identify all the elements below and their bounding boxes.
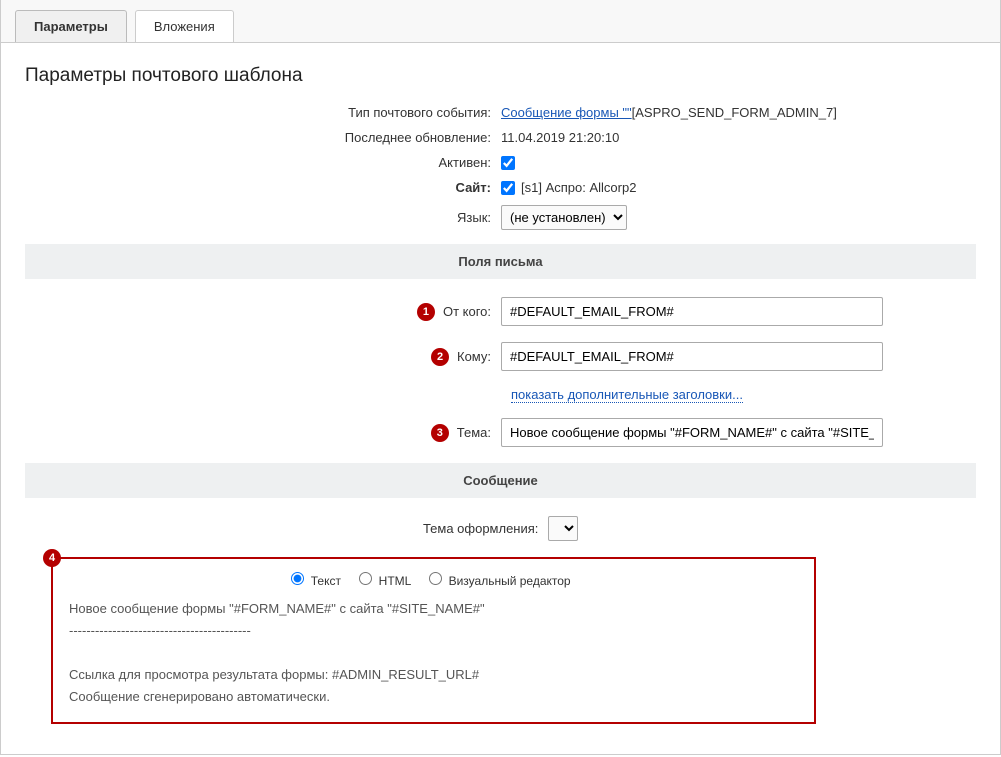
link-more-headers[interactable]: показать дополнительные заголовки... bbox=[511, 387, 743, 403]
label-event-type: Тип почтового события: bbox=[25, 105, 501, 120]
tab-bar: Параметры Вложения bbox=[1, 0, 1000, 43]
section-letter-fields: Поля письма bbox=[25, 244, 976, 279]
row-active: Активен: bbox=[25, 155, 976, 170]
label-to: Кому: bbox=[457, 349, 491, 364]
row-last-update: Последнее обновление: 11.04.2019 21:20:1… bbox=[25, 130, 976, 145]
tab-params[interactable]: Параметры bbox=[15, 10, 127, 42]
link-event-type[interactable]: Сообщение формы "" bbox=[501, 105, 632, 120]
row-event-type: Тип почтового события: Сообщение формы "… bbox=[25, 105, 976, 120]
label-from: От кого: bbox=[443, 304, 491, 319]
label-last-update: Последнее обновление: bbox=[25, 130, 501, 145]
label-site: Сайт: bbox=[25, 180, 501, 195]
badge-1: 1 bbox=[417, 303, 435, 321]
radio-html[interactable] bbox=[359, 572, 372, 585]
badge-3: 3 bbox=[431, 424, 449, 442]
row-to: 2 Кому: bbox=[25, 342, 976, 371]
text-event-code: [ASPRO_SEND_FORM_ADMIN_7] bbox=[632, 105, 837, 120]
badge-2: 2 bbox=[431, 348, 449, 366]
radio-text[interactable] bbox=[291, 572, 304, 585]
text-site: [s1] Аспро: Allcorp2 bbox=[521, 180, 636, 195]
page-container: Параметры Вложения Параметры почтового ш… bbox=[0, 0, 1001, 755]
radio-text-label[interactable]: Текст bbox=[286, 574, 344, 588]
tab-attachments[interactable]: Вложения bbox=[135, 10, 234, 42]
form-area: Тип почтового события: Сообщение формы "… bbox=[1, 105, 1000, 754]
label-subject: Тема: bbox=[457, 425, 491, 440]
row-lang: Язык: (не установлен) bbox=[25, 205, 976, 230]
radio-html-label[interactable]: HTML bbox=[354, 574, 414, 588]
checkbox-active[interactable] bbox=[501, 156, 515, 170]
checkbox-site-s1[interactable] bbox=[501, 181, 515, 195]
format-radio-group: Текст HTML Визуальный редактор bbox=[69, 569, 798, 588]
radio-visual-label[interactable]: Визуальный редактор bbox=[424, 574, 570, 588]
select-theme[interactable] bbox=[548, 516, 578, 541]
row-from: 1 От кого: bbox=[25, 297, 976, 326]
select-language[interactable]: (не установлен) bbox=[501, 205, 627, 230]
page-title: Параметры почтового шаблона bbox=[1, 43, 1000, 105]
badge-4: 4 bbox=[43, 549, 61, 567]
input-subject[interactable] bbox=[501, 418, 883, 447]
section-message: Сообщение bbox=[25, 463, 976, 498]
row-more-headers: показать дополнительные заголовки... bbox=[25, 387, 976, 402]
radio-visual[interactable] bbox=[429, 572, 442, 585]
row-subject: 3 Тема: bbox=[25, 418, 976, 447]
input-to[interactable] bbox=[501, 342, 883, 371]
label-active: Активен: bbox=[25, 155, 501, 170]
message-body-box: 4 Текст HTML Визуальный редактор Новое с… bbox=[51, 557, 816, 724]
message-body[interactable]: Новое сообщение формы "#FORM_NAME#" с са… bbox=[69, 598, 798, 708]
input-from[interactable] bbox=[501, 297, 883, 326]
row-site: Сайт: [s1] Аспро: Allcorp2 bbox=[25, 180, 976, 195]
row-theme: Тема оформления: bbox=[25, 516, 976, 541]
label-theme: Тема оформления: bbox=[423, 521, 538, 536]
label-lang: Язык: bbox=[25, 210, 501, 225]
value-last-update: 11.04.2019 21:20:10 bbox=[501, 130, 976, 145]
